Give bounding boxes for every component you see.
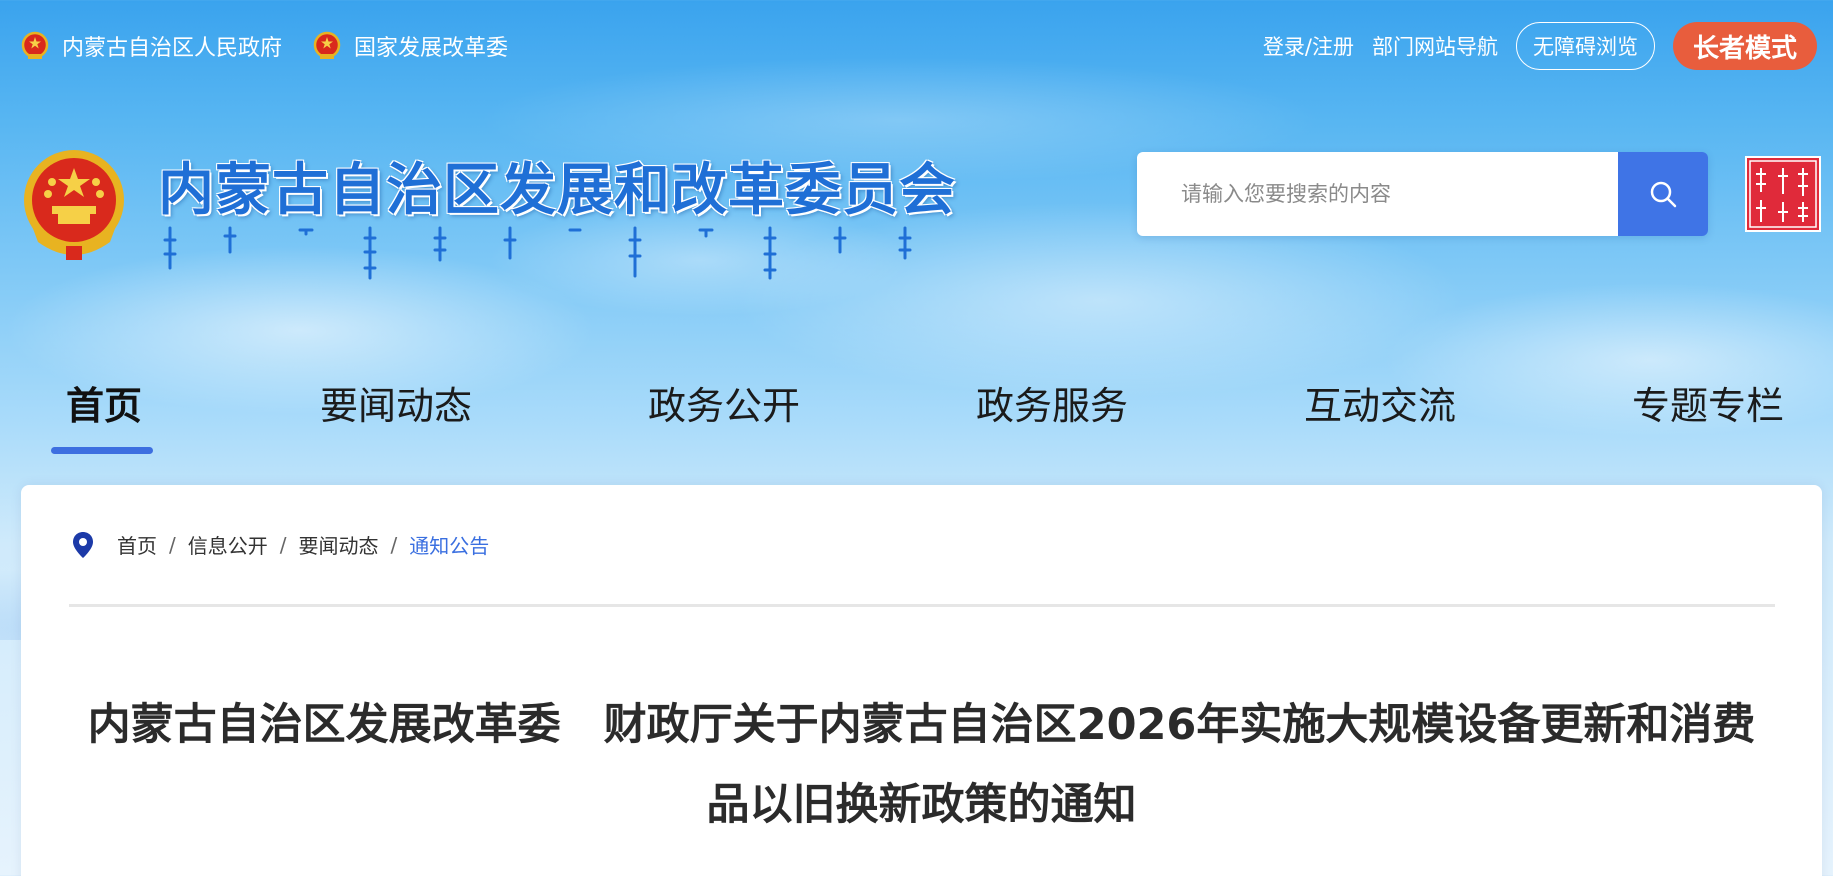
breadcrumb-home[interactable]: 首页 [117, 530, 157, 559]
link-label: 国家发展改革委 [354, 36, 509, 61]
login-link[interactable]: 登录/注册 [1263, 31, 1354, 61]
breadcrumb-separator: / [169, 532, 176, 557]
divider [69, 604, 1775, 607]
national-emblem-logo[interactable] [18, 146, 130, 264]
mongolian-script-title [163, 226, 912, 280]
article-title: 内蒙古自治区发展改革委 财政厅关于内蒙古自治区2026年实施大规模设备更新和消费… [87, 700, 1756, 830]
top-left-links: 内蒙古自治区人民政府 国家发展改革委 [20, 30, 508, 62]
breadcrumb-info-public[interactable]: 信息公开 [188, 530, 268, 559]
search-input[interactable] [1137, 152, 1618, 236]
link-inner-mongolia-government[interactable]: 内蒙古自治区人民政府 [20, 30, 282, 62]
nav-item-news[interactable]: 要闻动态 [320, 375, 472, 430]
site-title[interactable]: 内蒙古自治区发展和改革委员会 [158, 145, 956, 226]
breadcrumb-separator: / [279, 532, 287, 557]
elder-mode-button[interactable]: 长者模式 [1672, 22, 1817, 70]
breadcrumb-current[interactable]: 通知公告 [409, 530, 489, 559]
link-label: 内蒙古自治区人民政府 [62, 36, 283, 61]
official-seal-logo [1745, 156, 1821, 232]
national-emblem-icon [313, 31, 341, 59]
nav-item-home[interactable]: 首页 [66, 375, 142, 430]
search-bar [1137, 152, 1708, 236]
breadcrumb-separator: / [390, 532, 398, 557]
nav-item-government-services[interactable]: 政务服务 [976, 375, 1128, 430]
national-emblem-icon [21, 31, 49, 59]
nav-item-interaction[interactable]: 互动交流 [1304, 375, 1456, 430]
search-button[interactable] [1618, 152, 1708, 236]
main-nav: 首页 要闻动态 政务公开 政务服务 互动交流 专题专栏 [0, 375, 1833, 455]
nav-item-government-affairs[interactable]: 政务公开 [648, 375, 800, 430]
nav-item-special-topics[interactable]: 专题专栏 [1632, 375, 1784, 430]
breadcrumb-news[interactable]: 要闻动态 [299, 530, 379, 559]
search-icon [1650, 181, 1677, 208]
breadcrumb: 首页 / 信息公开 / 要闻动态 / 通知公告 [71, 530, 489, 559]
accessible-browse-button[interactable]: 无障碍浏览 [1515, 22, 1655, 70]
content-card: 首页 / 信息公开 / 要闻动态 / 通知公告 内蒙古自治区发展改革委 财政厅关… [21, 485, 1822, 876]
active-nav-indicator [51, 447, 153, 454]
top-bar: 内蒙古自治区人民政府 国家发展改革委 登录/注册 部门网站导航 无障碍浏览 长者… [0, 0, 1833, 96]
link-ndrc[interactable]: 国家发展改革委 [312, 30, 508, 62]
location-pin-icon [73, 531, 93, 558]
dept-nav-link[interactable]: 部门网站导航 [1372, 31, 1498, 61]
top-right-links: 登录/注册 部门网站导航 无障碍浏览 长者模式 [1263, 22, 1817, 70]
